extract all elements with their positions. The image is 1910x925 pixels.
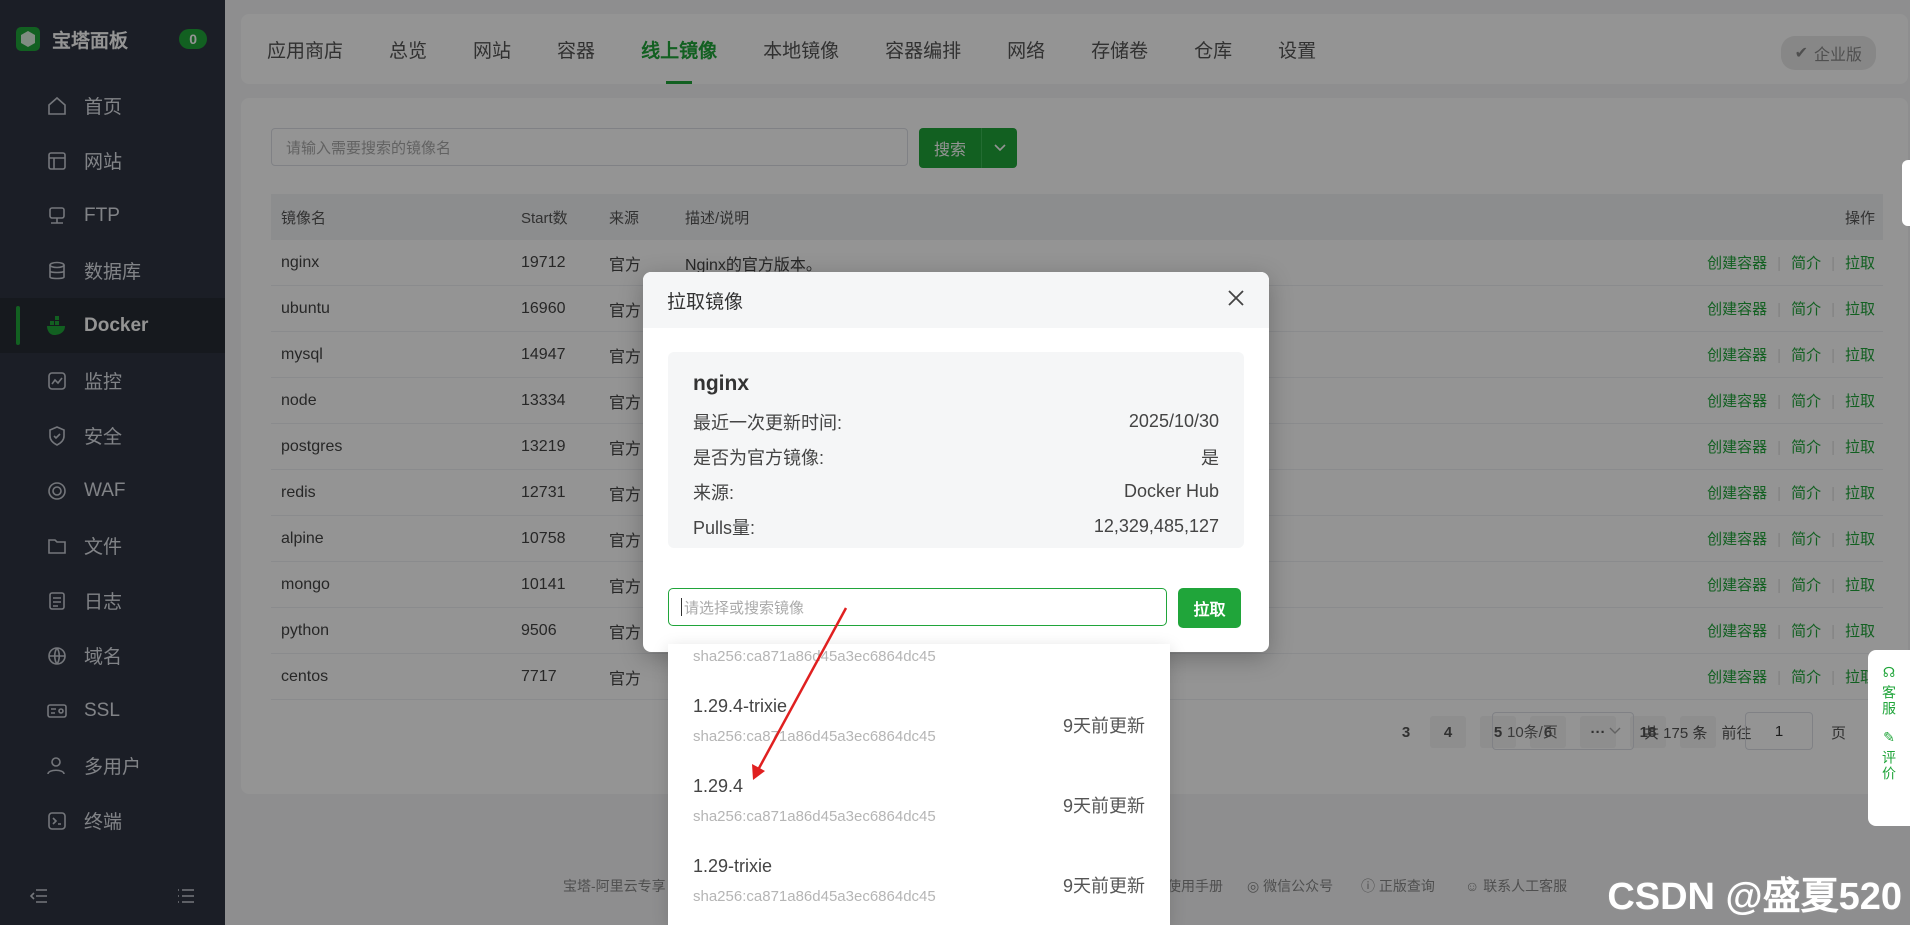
tag-option-time: 9天前更新	[1062, 876, 1145, 896]
image-name: nginx	[693, 372, 749, 395]
tag-option-hash: sha256:ca871a86d45a3ec6864dc45	[693, 888, 936, 905]
tag-option-time: 9天前更新	[1062, 716, 1145, 736]
dropdown-arrow	[910, 636, 926, 644]
info-label: 来源:	[693, 482, 735, 503]
info-value: 2025/10/30	[1128, 411, 1219, 431]
info-value: 是	[1201, 447, 1219, 468]
tag-option[interactable]: 1.29-trixie sha256:ca871a86d45a3ec6864dc…	[668, 844, 1170, 924]
close-icon[interactable]	[1227, 289, 1245, 312]
tag-dropdown: sha256:ca871a86d45a3ec6864dc45 1.29.4-tr…	[668, 644, 1170, 925]
modal-title: 拉取镜像	[667, 291, 744, 313]
tag-option-hash: sha256:ca871a86d45a3ec6864dc45	[693, 728, 936, 745]
info-label: 是否为官方镜像:	[693, 447, 825, 468]
info-label: 最近一次更新时间:	[693, 412, 843, 433]
tag-option[interactable]: 1.29.4 sha256:ca871a86d45a3ec6864dc45 9天…	[668, 764, 1170, 844]
edit-icon: ✎	[1883, 729, 1895, 745]
review-button[interactable]: 评价	[1879, 750, 1899, 782]
info-label: Pulls量:	[693, 517, 756, 538]
watermark: CSDN @盛夏520	[1607, 876, 1902, 918]
tag-select-input[interactable]: 请选择或搜索镜像	[668, 588, 1167, 626]
info-row-official: 是否为官方镜像: 是	[693, 439, 1219, 474]
info-value: Docker Hub	[1123, 481, 1219, 501]
info-row-source: 来源: Docker Hub	[693, 474, 1219, 509]
modal-header: 拉取镜像	[643, 272, 1269, 328]
info-row-pulls: Pulls量: 12,329,485,127	[693, 509, 1219, 544]
tag-option-name: 1.29.4	[693, 776, 744, 796]
right-edge-tab[interactable]	[1902, 160, 1910, 226]
text-caret	[681, 598, 682, 616]
tag-option-partial[interactable]: sha256:ca871a86d45a3ec6864dc45	[668, 644, 1170, 684]
tag-select-placeholder: 请选择或搜索镜像	[684, 599, 805, 617]
pull-image-modal: 拉取镜像 nginx 最近一次更新时间: 2025/10/30 是否为官方镜像:…	[643, 272, 1269, 652]
tag-option-time: 9天前更新	[1062, 796, 1145, 816]
service-button[interactable]: 客服	[1879, 685, 1899, 717]
pull-button[interactable]: 拉取	[1178, 588, 1241, 628]
image-info-box: nginx 最近一次更新时间: 2025/10/30 是否为官方镜像: 是 来源…	[668, 352, 1244, 548]
tag-option-hash: sha256:ca871a86d45a3ec6864dc45	[693, 808, 936, 825]
info-value: 12,329,485,127	[1093, 516, 1219, 536]
side-help-panel: ☊ 客服 ✎ 评价	[1868, 650, 1910, 826]
info-row-updated: 最近一次更新时间: 2025/10/30	[693, 404, 1219, 439]
tag-option-name: 1.29-trixie	[693, 856, 773, 876]
tag-option[interactable]: 1.29.4-trixie sha256:ca871a86d45a3ec6864…	[668, 684, 1170, 764]
tag-option-name: 1.29.4-trixie	[693, 696, 788, 716]
tag-option-hash: sha256:ca871a86d45a3ec6864dc45	[693, 648, 936, 665]
headset-icon: ☊	[1882, 664, 1896, 680]
